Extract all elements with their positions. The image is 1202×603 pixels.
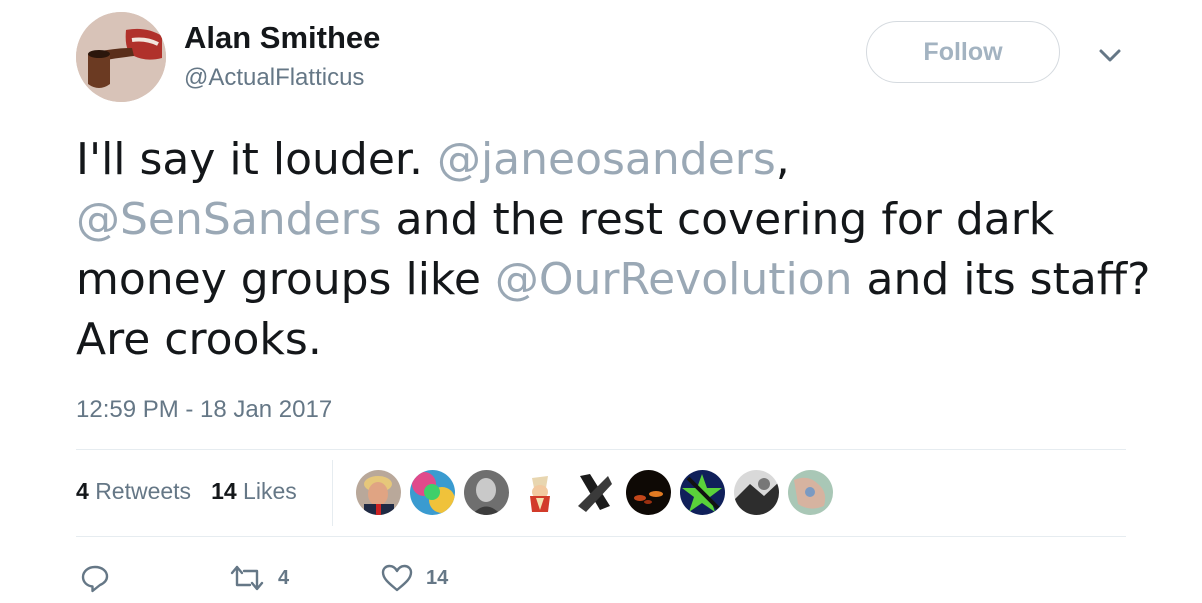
chevron-down-icon[interactable] bbox=[1096, 42, 1124, 70]
avatar-trump-icon bbox=[356, 470, 401, 515]
likes-stat[interactable]: 14 Likes bbox=[211, 478, 297, 505]
tweet-timestamp[interactable]: 12:59 PM - 18 Jan 2017 bbox=[76, 396, 332, 424]
likes-label: Likes bbox=[243, 478, 297, 504]
avatar-bw-photo-icon bbox=[734, 470, 779, 515]
avatar-black-x-icon bbox=[572, 470, 617, 515]
author-name[interactable]: Alan Smithee bbox=[184, 20, 380, 56]
mention-link-sensanders[interactable]: @SenSanders bbox=[76, 194, 382, 245]
liker-avatar[interactable] bbox=[734, 470, 779, 515]
mention-link-janeosanders[interactable]: @janeosanders bbox=[437, 134, 776, 185]
reply-icon bbox=[81, 565, 109, 593]
like-button[interactable]: 14 bbox=[380, 563, 448, 593]
avatar-pastel-map-icon bbox=[788, 470, 833, 515]
like-count: 14 bbox=[426, 566, 449, 589]
avatar-grayscale-woman-icon bbox=[464, 470, 509, 515]
mention-link-ourrevolution[interactable]: @OurRevolution bbox=[495, 254, 853, 305]
reply-button[interactable] bbox=[80, 563, 110, 593]
tweet-text-segment: I'll say it louder. bbox=[76, 134, 437, 185]
avatar-cartoon-icon bbox=[518, 470, 563, 515]
author-avatar[interactable] bbox=[76, 12, 166, 102]
liker-avatar[interactable] bbox=[410, 470, 455, 515]
liker-avatar[interactable] bbox=[518, 470, 563, 515]
liker-avatar[interactable] bbox=[572, 470, 617, 515]
retweet-button[interactable]: 4 bbox=[228, 563, 289, 593]
tweet-text: I'll say it louder. @janeosanders, @SenS… bbox=[76, 130, 1156, 370]
liker-avatar[interactable] bbox=[626, 470, 671, 515]
liker-avatar[interactable] bbox=[356, 470, 401, 515]
liker-avatar[interactable] bbox=[788, 470, 833, 515]
pipe-lips-avatar-icon bbox=[76, 12, 166, 102]
stats-separator bbox=[332, 460, 333, 526]
retweets-label: Retweets bbox=[95, 478, 192, 504]
retweets-count: 4 bbox=[76, 478, 89, 504]
divider bbox=[76, 536, 1126, 537]
divider bbox=[76, 449, 1126, 450]
heart-icon bbox=[381, 564, 413, 592]
retweet-icon bbox=[230, 565, 264, 591]
follow-button[interactable]: Follow bbox=[866, 21, 1060, 83]
liker-avatar[interactable] bbox=[464, 470, 509, 515]
likes-count: 14 bbox=[211, 478, 237, 504]
avatar-green-star-icon bbox=[680, 470, 725, 515]
author-handle[interactable]: @ActualFlatticus bbox=[184, 64, 364, 92]
avatar-dark-fire-icon bbox=[626, 470, 671, 515]
avatar-colorful-icon bbox=[410, 470, 455, 515]
tweet-stats: 4 Retweets 14 Likes bbox=[76, 478, 297, 505]
tweet-text-segment: , bbox=[775, 134, 790, 185]
liker-avatars bbox=[356, 470, 833, 515]
liker-avatar[interactable] bbox=[680, 470, 725, 515]
retweet-count: 4 bbox=[278, 566, 290, 589]
retweets-stat[interactable]: 4 Retweets bbox=[76, 478, 191, 505]
